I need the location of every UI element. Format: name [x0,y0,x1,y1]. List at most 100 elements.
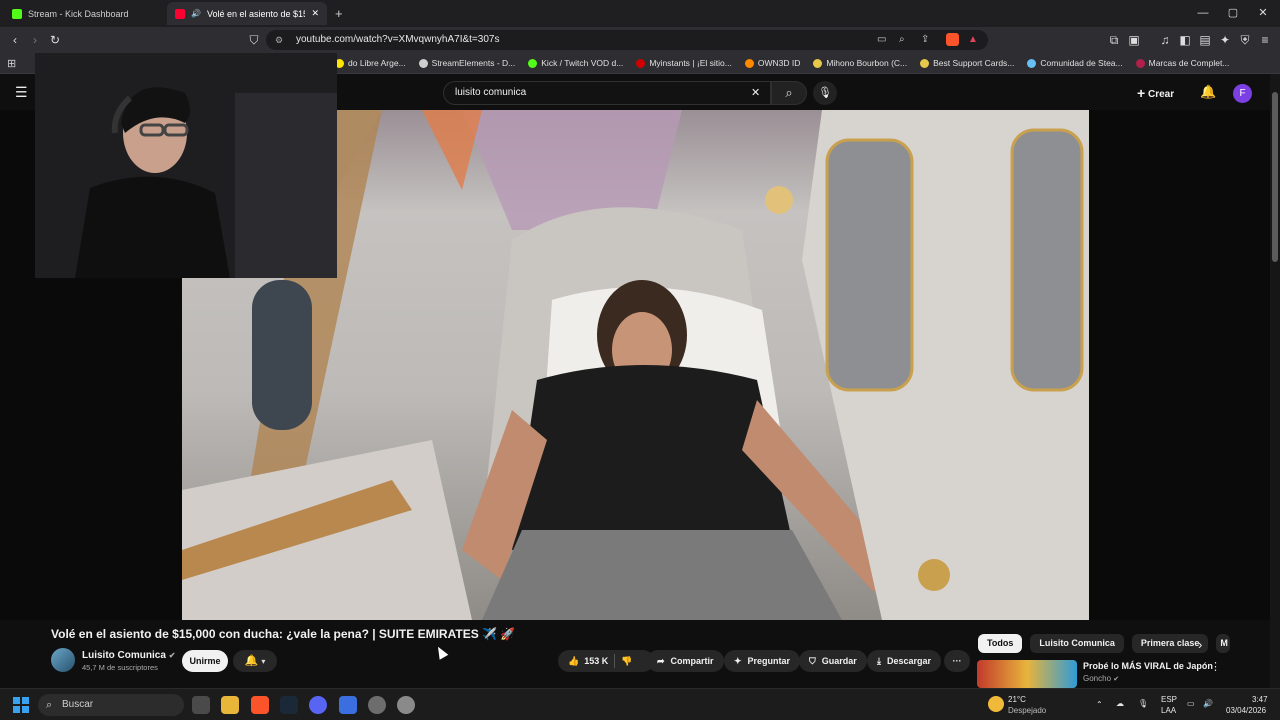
weather-icon[interactable] [988,696,1004,712]
bookmark-item[interactable]: Best Support Cards... [920,58,1014,68]
thumbs-up-icon: 👍 [568,656,580,666]
settings-gear-icon[interactable] [397,696,415,714]
bookmark-item[interactable]: Myinstants | ¡El sitio... [636,58,732,68]
join-button[interactable]: Unirme [182,650,228,672]
chip-more[interactable]: M [1216,634,1231,653]
kick-icon [12,8,22,19]
more-actions-button[interactable]: ··· [944,650,970,672]
channel-avatar[interactable] [51,648,75,672]
new-tab-button[interactable]: + [335,6,343,21]
site-info-icon[interactable]: ⚙ [275,30,283,50]
close-window-button[interactable]: ✕ [1248,4,1278,22]
bookmark-item[interactable]: OWN3D ID [744,58,800,68]
recommendation-title[interactable]: Probé lo MÁS VIRAL de Japón [1083,661,1213,671]
file-explorer-icon[interactable] [221,696,239,714]
bookmark-label: Marcas de Complet... [1148,58,1230,68]
tab-label: Stream - Kick Dashboard [28,8,129,19]
bookmark-item[interactable]: Mihono Bourbon (C... [813,58,907,68]
address-bar[interactable]: ⚙ youtube.com/watch?v=XMvqwnyhA7I&t=307s… [266,30,988,50]
back-icon[interactable]: ‹ [7,32,23,48]
search-button[interactable]: ⌕ [771,81,807,105]
volume-icon[interactable]: 🔊 [1203,699,1213,708]
tab-kick-dashboard[interactable]: Stream - Kick Dashboard [4,2,164,25]
brave-browser-icon[interactable] [251,696,269,714]
obs-icon[interactable] [368,696,386,714]
wallet-crypto-icon[interactable]: ▤ [1197,32,1213,48]
minimize-button[interactable]: — [1188,4,1218,22]
leo-ai-icon[interactable]: ✦ [1217,32,1233,48]
mic-icon: 🎙 [818,87,832,99]
tray-overflow-icon[interactable]: ⌃ [1096,700,1103,709]
like-dislike-group: 👍 153 K 👎 [558,650,654,672]
subscribe-notifications-button[interactable]: 🔔 ▾ [233,650,277,672]
thumbs-down-icon[interactable]: 👎 [621,650,632,672]
network-icon[interactable]: ▭ [1187,699,1195,708]
bookmark-favicon-icon [1027,58,1037,68]
taskbar-search[interactable]: ⌕ Buscar [38,694,184,716]
notifications-bell-icon[interactable]: 🔔 [1200,84,1216,100]
extensions-icon[interactable]: ⧉ [1106,32,1122,48]
clock-date[interactable]: 03/04/2026 [1226,706,1266,715]
create-button[interactable]: + Crear [1137,82,1189,104]
bookmark-label: StreamElements - D... [431,58,516,68]
recommendation-channel[interactable]: Goncho ✔ [1083,674,1119,683]
user-avatar[interactable]: F [1233,84,1252,103]
windows-start-icon[interactable] [13,697,29,713]
chip-primera-clase[interactable]: Primera clase [1131,634,1209,653]
zoom-icon[interactable]: ⌕ [899,30,905,50]
sidebar-icon[interactable]: ◧ [1177,32,1193,48]
share-page-icon[interactable]: ⇪ [921,30,929,50]
search-input[interactable]: luisito comunica ✕ [443,81,771,105]
voice-search-button[interactable]: 🎙 [813,81,837,105]
weather-temp[interactable]: 21°C [1008,695,1026,704]
chip-channel[interactable]: Luisito Comunica [1030,634,1124,653]
bookmark-item[interactable]: Marcas de Complet... [1135,58,1230,68]
input-language-2[interactable]: LAA [1161,706,1176,715]
microphone-tray-icon[interactable]: 🎙 [1138,699,1148,708]
hamburger-menu-icon[interactable]: ☰ [15,84,28,101]
download-button[interactable]: ⤓ Descargar [867,650,942,672]
save-button[interactable]: ⛉ Guardar [799,650,867,672]
brave-rewards-icon[interactable]: ▲ [968,30,978,50]
media-icon[interactable]: ♫ [1157,32,1173,48]
bookmark-item[interactable]: StreamElements - D... [418,58,516,68]
task-view-icon[interactable] [192,696,210,714]
menu-icon[interactable]: ≡ [1257,32,1273,48]
save-icon: ⛉ [809,656,816,666]
app-icon[interactable] [339,696,357,714]
maximize-button[interactable]: ▢ [1218,4,1248,22]
weather-desc[interactable]: Despejado [1008,706,1046,715]
plus-icon: + [1137,85,1146,101]
reload-icon[interactable]: ↻ [47,32,63,48]
tray-app-icon[interactable]: ☁ [1116,699,1124,708]
recommendation-thumbnail[interactable] [977,660,1077,688]
bookmark-label: Mihono Bourbon (C... [826,58,908,68]
steam-icon[interactable] [280,696,298,714]
cast-icon[interactable]: ▭ [877,30,886,50]
tab-youtube-video[interactable]: 🔊 Volé en el asiento de $15,000 ✕ [167,2,327,25]
chips-next-icon[interactable]: › [1198,637,1202,652]
scrollbar-thumb[interactable] [1272,92,1278,262]
forward-icon[interactable]: › [27,32,43,48]
chip-todos[interactable]: Todos [978,634,1023,653]
bookmark-label: do Libre Arge... [348,58,406,68]
ask-button[interactable]: ✦ Preguntar [724,650,801,672]
bookmark-item[interactable]: Comunidad de Stea... [1027,58,1123,68]
share-button[interactable]: ➦ Compartir [647,650,724,672]
brave-shield-icon[interactable] [946,33,959,46]
clock-time[interactable]: 3:47 [1252,695,1268,704]
vpn-icon[interactable]: ⛨ [1237,32,1253,48]
bookmark-icon[interactable]: ⛉ [246,32,262,48]
wallet-icon[interactable]: ▣ [1126,32,1142,48]
windows-taskbar: ⌕ Buscar 21°C Despejado ⌃ ☁ 🎙 ESP LAA ▭ … [0,688,1280,720]
bookmark-item[interactable]: do Libre Arge... [335,58,406,68]
discord-icon[interactable] [309,696,327,714]
input-language-1[interactable]: ESP [1161,695,1177,704]
apps-grid-icon[interactable]: ⊞ [7,57,16,70]
bookmark-item[interactable]: Kick / Twitch VOD d... [528,58,623,68]
recommendation-menu-icon[interactable]: ⋮ [1210,660,1221,673]
channel-name[interactable]: Luisito Comunica ✔ [82,650,175,661]
like-button[interactable]: 👍 153 K [568,650,608,672]
close-tab-icon[interactable]: ✕ [311,8,319,19]
clear-search-icon[interactable]: ✕ [751,82,760,104]
